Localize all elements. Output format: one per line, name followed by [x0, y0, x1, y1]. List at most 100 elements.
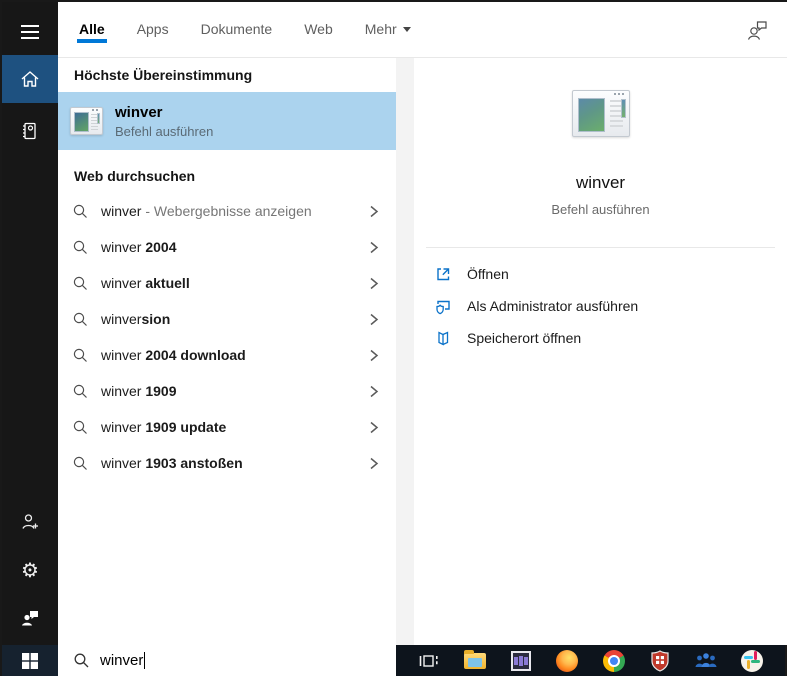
action-run-as-admin[interactable]: Als Administrator ausführen [414, 290, 787, 322]
chevron-right-icon[interactable] [365, 311, 382, 328]
search-icon [72, 383, 89, 400]
search-input-value: winver [100, 652, 143, 669]
action-label: Als Administrator ausführen [467, 298, 638, 314]
search-icon [72, 239, 89, 256]
best-match-title: winver [115, 104, 213, 121]
action-open[interactable]: Öffnen [414, 258, 787, 290]
chevron-right-icon[interactable] [365, 383, 382, 400]
chevron-right-icon[interactable] [365, 347, 382, 364]
firefox-button[interactable] [548, 645, 586, 676]
security-shield-icon [650, 650, 670, 672]
sidebar-item-home[interactable] [2, 55, 58, 103]
file-location-icon [434, 329, 452, 347]
chevron-right-icon[interactable] [365, 455, 382, 472]
sidebar-rail: ⚙ [2, 2, 58, 645]
search-icon [72, 311, 89, 328]
best-match-row[interactable]: winver Befehl ausführen [58, 92, 396, 150]
tab-label: Web [304, 21, 333, 37]
task-view-icon [418, 652, 440, 670]
security-app-button[interactable] [641, 645, 679, 676]
hamburger-menu-button[interactable] [2, 8, 58, 56]
tab-label: Mehr [365, 21, 397, 37]
teams-button[interactable] [502, 645, 540, 676]
web-suggestion-row[interactable]: winver aktuell [58, 265, 396, 301]
web-search-header: Web durchsuchen [58, 159, 396, 193]
chevron-right-icon[interactable] [365, 419, 382, 436]
run-as-admin-icon [434, 297, 452, 315]
best-match-text: winver Befehl ausführen [115, 104, 213, 139]
contacts-people-icon [694, 650, 718, 672]
suggestion-text: winver - Webergebnisse anzeigen [101, 203, 312, 219]
open-icon [434, 265, 452, 283]
gear-icon: ⚙ [21, 558, 39, 583]
winver-app-icon-large [572, 90, 630, 137]
action-label: Öffnen [467, 266, 509, 282]
preview-divider [426, 247, 775, 248]
file-explorer-button[interactable] [456, 645, 494, 676]
search-icon [72, 275, 89, 292]
search-icon [72, 203, 89, 220]
tab-label: Apps [137, 21, 169, 37]
suggestion-text: winver 2004 download [101, 347, 246, 363]
sidebar-item-add-account[interactable] [2, 498, 58, 546]
suggestion-text: winver 1909 [101, 383, 177, 399]
slack-button[interactable] [733, 645, 771, 676]
panel-divider [396, 58, 414, 645]
search-tab-bar: Alle Apps Dokumente Web Mehr [58, 2, 787, 58]
firefox-icon [556, 650, 578, 672]
text-caret [144, 652, 145, 669]
start-button[interactable] [2, 645, 58, 676]
tab-alle[interactable]: Alle [77, 12, 107, 49]
teams-icon [511, 651, 531, 671]
search-icon [72, 347, 89, 364]
tab-mehr[interactable]: Mehr [363, 12, 413, 49]
taskbar-apps [396, 645, 785, 676]
search-input[interactable]: winver [58, 645, 396, 676]
suggestion-text: winver aktuell [101, 275, 190, 291]
best-match-header: Höchste Übereinstimmung [58, 58, 396, 92]
task-view-button[interactable] [410, 645, 448, 676]
file-explorer-icon [464, 653, 486, 669]
add-user-icon [20, 513, 40, 531]
web-suggestion-row[interactable]: winver 1909 update [58, 409, 396, 445]
suggestion-text: winver 2004 [101, 239, 177, 255]
tab-label: Dokumente [201, 21, 273, 37]
tab-web[interactable]: Web [302, 12, 335, 49]
action-label: Speicherort öffnen [467, 330, 581, 346]
web-suggestion-row[interactable]: winver 1909 [58, 373, 396, 409]
action-open-file-location[interactable]: Speicherort öffnen [414, 322, 787, 354]
tabs: Alle Apps Dokumente Web Mehr [77, 2, 413, 58]
chevron-right-icon[interactable] [365, 203, 382, 220]
web-suggestion-row[interactable]: winversion [58, 301, 396, 337]
feedback-icon [20, 609, 40, 627]
account-button[interactable] [745, 19, 769, 46]
tab-dokumente[interactable]: Dokumente [199, 12, 275, 49]
search-icon [72, 455, 89, 472]
preview-panel: winver Befehl ausführen Öffnen Als Admin… [414, 58, 787, 645]
windows-search-flyout: { "colors": { "accent": "#0078d7", "sele… [0, 0, 787, 676]
preview-app-type: Befehl ausführen [414, 202, 787, 217]
contacts-app-button[interactable] [687, 645, 725, 676]
web-suggestion-row[interactable]: winver 2004 [58, 229, 396, 265]
web-suggestion-row[interactable]: winver 1903 anstoßen [58, 445, 396, 481]
web-suggestion-row[interactable]: winver - Webergebnisse anzeigen [58, 193, 396, 229]
slack-icon [741, 650, 763, 672]
chrome-button[interactable] [595, 645, 633, 676]
sidebar-item-notebook[interactable] [2, 107, 58, 155]
best-match-subtitle: Befehl ausführen [115, 124, 213, 139]
chevron-right-icon[interactable] [365, 239, 382, 256]
chrome-icon [603, 650, 625, 672]
chevron-right-icon[interactable] [365, 275, 382, 292]
windows-logo-icon [22, 653, 38, 669]
tab-apps[interactable]: Apps [135, 12, 171, 49]
sidebar-item-settings[interactable]: ⚙ [2, 546, 58, 594]
user-feedback-icon [745, 19, 769, 41]
search-icon [72, 419, 89, 436]
winver-app-icon [70, 107, 103, 135]
web-suggestion-row[interactable]: winver 2004 download [58, 337, 396, 373]
search-results-panel: Höchste Übereinstimmung winver Befehl au… [58, 58, 396, 645]
hamburger-icon [20, 24, 40, 40]
notebook-icon [20, 121, 40, 141]
sidebar-item-feedback[interactable] [2, 594, 58, 642]
suggestion-text: winver 1903 anstoßen [101, 455, 243, 471]
